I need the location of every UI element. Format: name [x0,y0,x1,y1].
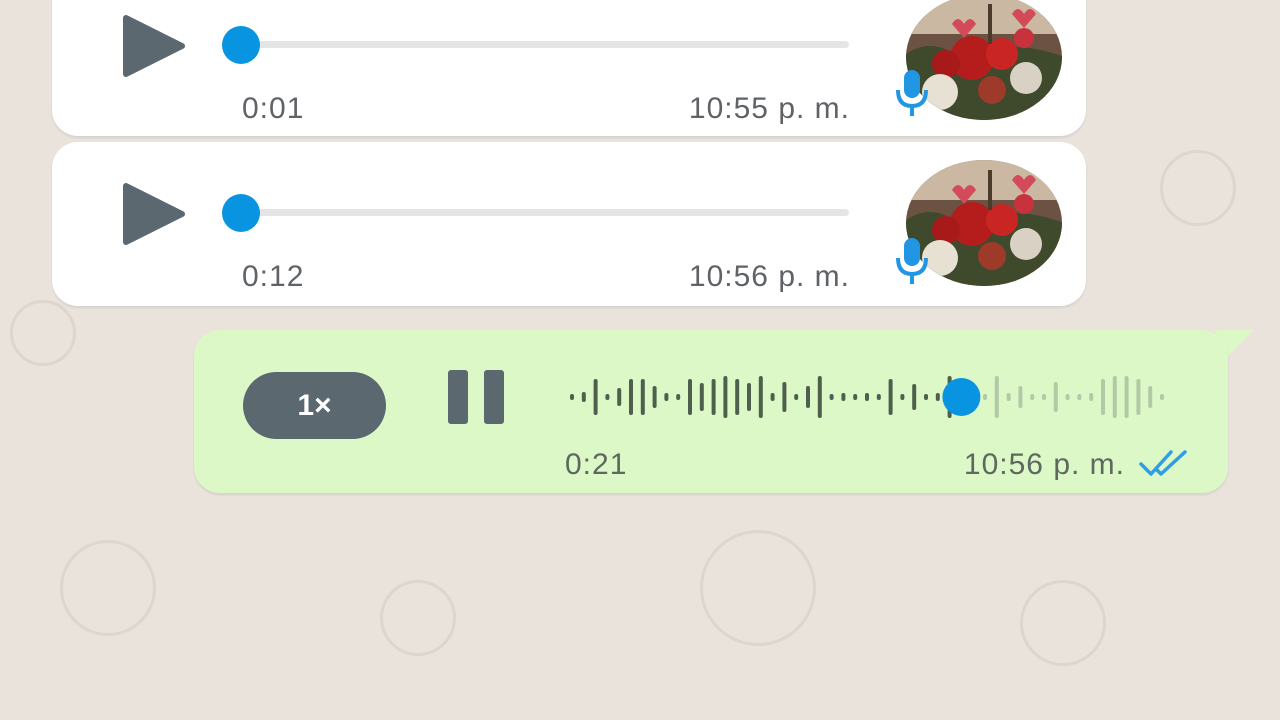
outgoing-voice-message[interactable]: 1× 0:21 10:56 p. m. [194,330,1228,493]
waveform-bar [735,379,740,415]
waveform-bar [605,394,610,400]
mic-icon [896,238,928,284]
waveform-bar [652,386,657,408]
waveform-progress-knob[interactable] [942,378,981,416]
audio-progress-track[interactable] [224,209,849,216]
waveform-bar [1101,379,1105,415]
waveform-bar [782,382,787,412]
waveform-bar [1053,382,1058,412]
play-icon[interactable] [120,14,186,78]
audio-progress-knob[interactable] [222,194,260,232]
waveform-bar [912,384,917,410]
voice-duration: 0:01 [242,92,305,125]
audio-waveform[interactable] [564,362,1184,432]
message-time: 10:56 p. m. [688,260,850,293]
audio-progress-knob[interactable] [222,26,260,64]
waveform-bar [994,376,999,418]
waveform-bar [699,383,704,411]
waveform-bar [664,393,669,401]
incoming-voice-message[interactable]: 0:01 10:55 p. m. [52,0,1086,136]
waveform-bar [770,393,775,401]
waveform-bar [1030,394,1035,400]
waveform-bar [593,379,598,415]
waveform-bar [617,388,622,406]
waveform-bar [1042,394,1046,400]
waveform-bar [876,394,881,400]
waveform-bar [711,379,716,415]
waveform-bar [723,376,728,418]
waveform-bar [1018,386,1023,408]
waveform-bar [570,394,574,400]
waveform-bar [747,383,751,411]
waveform-bar [1148,386,1153,408]
waveform-bar [853,394,858,400]
waveform-bar [924,394,928,400]
waveform-bar [1136,379,1141,415]
waveform-bar [935,393,940,401]
waveform-bar [640,379,645,415]
waveform-bar [676,394,681,400]
waveform-bar [688,379,692,415]
waveform-bar [1006,393,1011,401]
waveform-bar [841,393,846,401]
waveform-bar [794,394,799,400]
pause-icon[interactable] [446,370,508,424]
play-icon[interactable] [120,182,186,246]
playback-speed-button[interactable]: 1× [243,372,386,439]
incoming-voice-message[interactable]: 0:12 10:56 p. m. [52,142,1086,306]
waveform-bar [806,386,810,408]
waveform-bar [1112,376,1117,418]
waveform-bar [983,394,987,400]
message-time: 10:55 p. m. [688,92,850,125]
waveform-bar [581,392,586,402]
audio-progress-track[interactable] [224,41,849,48]
voice-duration: 0:21 [565,448,628,481]
waveform-bar [865,393,869,401]
waveform-bar [888,379,893,415]
double-check-icon [1139,450,1187,476]
waveform-bar [817,376,822,418]
voice-duration: 0:12 [242,260,305,293]
waveform-bar [1077,394,1082,400]
message-time: 10:56 p. m. [963,448,1125,481]
waveform-bar [829,394,834,400]
waveform-bar [900,394,905,400]
waveform-bar [1065,394,1070,400]
waveform-bar [1089,393,1094,401]
waveform-bar [629,379,633,415]
waveform-bar [758,376,763,418]
waveform-bar [1160,394,1164,400]
waveform-bar [1124,376,1129,418]
mic-icon [896,70,928,116]
